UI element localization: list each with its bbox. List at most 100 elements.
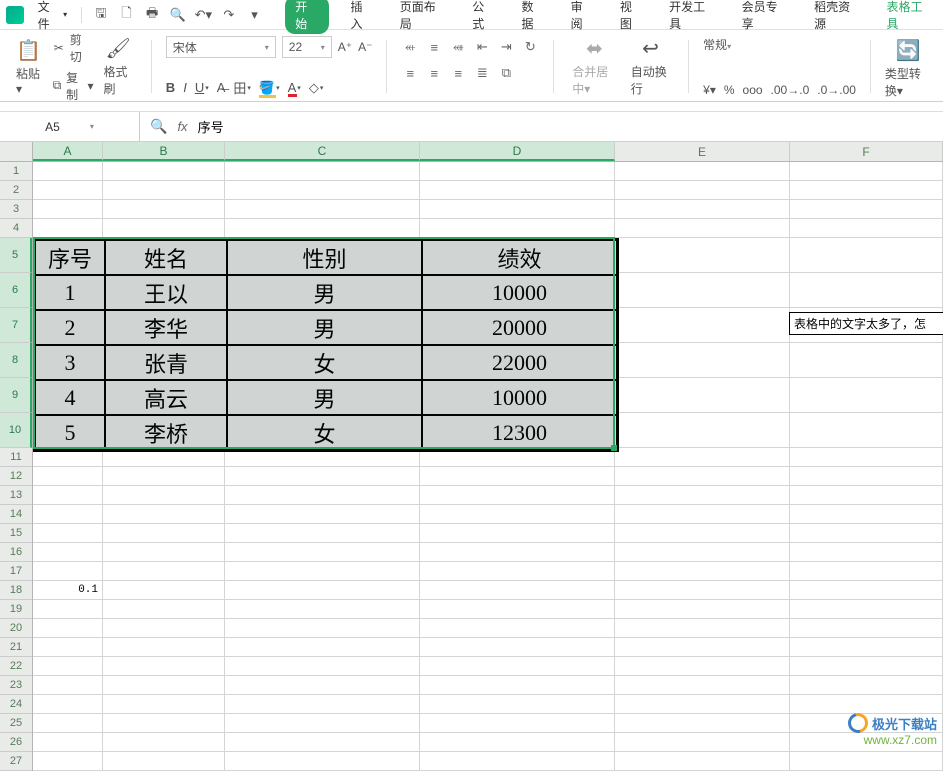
cell[interactable] [103,714,225,733]
cell[interactable] [790,413,943,448]
cell[interactable] [615,524,790,543]
table-cell[interactable]: 22000 [422,345,617,380]
cell[interactable] [33,619,103,638]
merge-center-button[interactable]: ⬌ 合并居中▾ [568,34,621,99]
cell[interactable] [103,486,225,505]
cell[interactable] [103,181,225,200]
strike-icon[interactable]: A̶ [217,80,226,95]
table-cell[interactable]: 10000 [422,275,617,310]
row-header-1[interactable]: 1 [0,162,32,181]
row-header-20[interactable]: 20 [0,619,32,638]
cell[interactable] [790,543,943,562]
cut-button[interactable]: ✂剪切 [51,31,94,65]
tab-view[interactable]: 视图 [616,0,647,36]
cell[interactable] [790,200,943,219]
cell[interactable] [33,181,103,200]
cell[interactable] [33,200,103,219]
cell[interactable] [103,219,225,238]
table-cell[interactable]: 2 [35,310,105,345]
cell[interactable] [225,562,420,581]
italic-icon[interactable]: I [183,80,187,95]
cell[interactable] [33,752,103,771]
decrease-decimal-icon[interactable]: .0→.00 [817,83,856,97]
merge-icon[interactable]: ⧉ [497,65,515,81]
copy-button[interactable]: ⧉复制▾ [51,69,94,103]
col-header-E[interactable]: E [615,142,790,161]
cell[interactable] [103,200,225,219]
cell[interactable] [225,219,420,238]
orientation-icon[interactable]: ↻ [521,39,539,55]
preview-icon[interactable]: 🔍 [167,4,189,26]
table-cell[interactable]: 李华 [105,310,227,345]
cell[interactable] [103,562,225,581]
table-cell[interactable]: 20000 [422,310,617,345]
cell[interactable] [225,752,420,771]
cell[interactable] [615,200,790,219]
cell[interactable] [225,181,420,200]
cell[interactable] [615,308,790,343]
print-icon[interactable]: 🖶 [141,4,163,26]
cell[interactable] [103,162,225,181]
cell[interactable] [615,562,790,581]
file-menu[interactable]: 文件 ▾ [32,0,73,34]
cell[interactable] [615,378,790,413]
table-cell[interactable]: 5 [35,415,105,450]
table-cell[interactable]: 3 [35,345,105,380]
fill-color-icon[interactable]: 🪣▾ [259,80,280,96]
table-header-cell[interactable]: 序号 [35,240,105,275]
cell[interactable] [615,181,790,200]
cell[interactable] [420,714,615,733]
cell[interactable] [615,238,790,273]
cell[interactable] [615,619,790,638]
cell[interactable] [615,676,790,695]
align-center-icon[interactable]: ≡ [425,66,443,81]
row-header-8[interactable]: 8 [0,343,32,378]
cell[interactable] [103,752,225,771]
cell[interactable] [420,467,615,486]
cell[interactable] [103,581,225,600]
cell[interactable] [420,695,615,714]
table-cell[interactable]: 男 [227,310,422,345]
cell[interactable] [33,562,103,581]
row-header-18[interactable]: 18 [0,581,32,600]
cell[interactable] [615,543,790,562]
row-header-26[interactable]: 26 [0,733,32,752]
cell[interactable] [33,543,103,562]
cell[interactable] [33,505,103,524]
cell[interactable] [225,733,420,752]
name-box[interactable]: A5 ▾ [0,112,140,141]
table-cell[interactable]: 4 [35,380,105,415]
tab-start[interactable]: 开始 [285,0,328,34]
table-cell[interactable]: 男 [227,275,422,310]
search-icon[interactable]: 🔍 [150,118,167,135]
border-icon[interactable]: 田▾ [233,78,251,97]
cell[interactable] [225,486,420,505]
font-size-select[interactable]: 22▾ [282,36,332,58]
cell[interactable] [615,343,790,378]
cell[interactable] [103,505,225,524]
cell[interactable] [225,714,420,733]
cell[interactable] [615,733,790,752]
row-header-23[interactable]: 23 [0,676,32,695]
cell[interactable] [420,676,615,695]
cell[interactable] [103,467,225,486]
cell[interactable] [225,581,420,600]
cell[interactable] [225,619,420,638]
align-left-icon[interactable]: ≡ [401,66,419,81]
cell[interactable] [420,200,615,219]
tab-table-tools[interactable]: 表格工具 [883,0,937,36]
row-header-21[interactable]: 21 [0,638,32,657]
tab-formula[interactable]: 公式 [468,0,499,36]
align-bottom-icon[interactable]: ⬵ [449,39,467,55]
cell[interactable] [790,581,943,600]
tab-page-layout[interactable]: 页面布局 [396,0,450,36]
cell[interactable] [225,676,420,695]
row-header-3[interactable]: 3 [0,200,32,219]
undo-icon[interactable]: ↶▾ [192,4,214,26]
cell[interactable] [33,600,103,619]
type-convert-button[interactable]: 🔄 类型转换▾ [881,36,935,97]
currency-icon[interactable]: ¥▾ [703,83,716,97]
bold-icon[interactable]: B [166,80,175,95]
cell[interactable] [33,657,103,676]
cell[interactable] [790,273,943,308]
